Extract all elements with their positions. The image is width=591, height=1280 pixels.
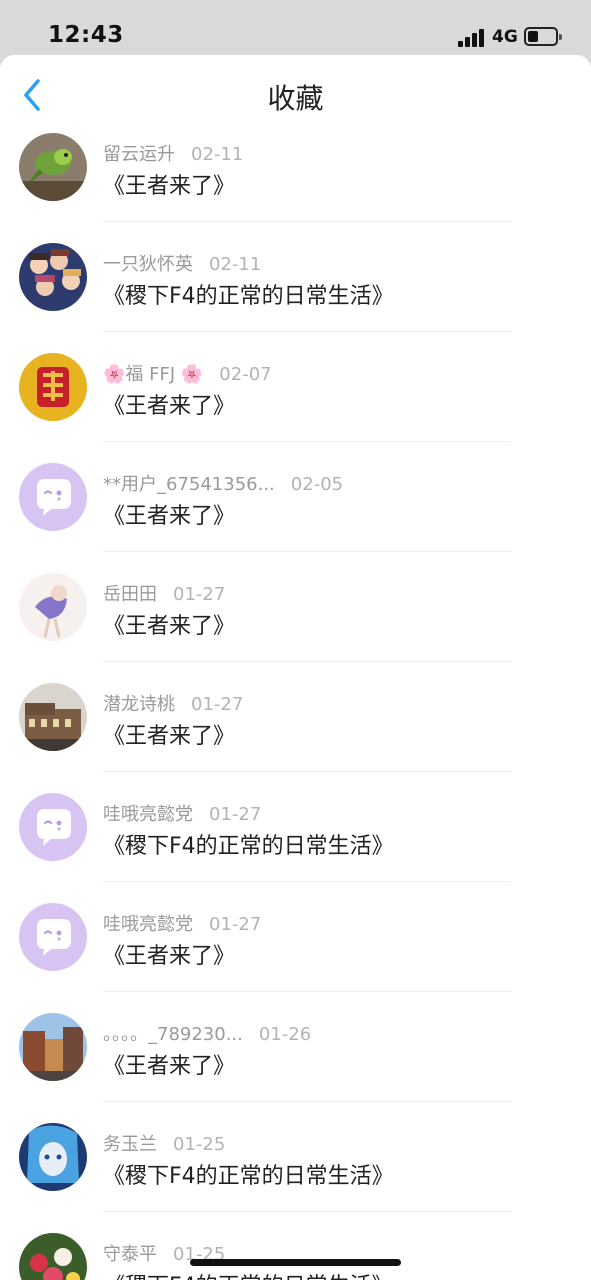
avatar[interactable] [19,1123,87,1191]
list-item[interactable]: 留云运升 02-11 《王者来了》 [0,130,591,238]
item-date: 02-07 [219,364,272,385]
item-meta: 务玉兰 01-25 [103,1130,225,1156]
item-meta: 一只狄怀英 02-11 [103,250,261,276]
list-item[interactable]: 。。。。_789230... 01-26 《王者来了》 [0,1008,591,1118]
item-username: 哇哦亮懿党 [103,914,193,935]
avatar[interactable] [19,793,87,861]
item-date: 02-11 [191,144,244,165]
item-date: 01-25 [173,1134,226,1155]
list-item[interactable]: 务玉兰 01-25 《稷下F4的正常的日常生活》 [0,1118,591,1228]
item-title: 《王者来了》 [103,944,236,969]
network-label: 4G [492,27,518,47]
item-username: 留云运升 [103,144,175,165]
item-date: 01-27 [209,914,262,935]
status-time: 12:43 [48,22,124,48]
item-date: 02-11 [209,254,262,275]
default-avatar-icon [19,793,87,861]
list-item[interactable]: 一只狄怀英 02-11 《稷下F4的正常的日常生活》 [0,238,591,348]
item-title: 《王者来了》 [103,724,236,749]
item-username: 守泰平 [103,1244,157,1265]
list-item[interactable]: 哇哦亮懿党 01-27 《王者来了》 [0,898,591,1008]
avatar[interactable] [19,463,87,531]
signal-icon [458,29,486,47]
item-meta: 哇哦亮懿党 01-27 [103,800,261,826]
avatar[interactable] [19,1233,87,1280]
list-item[interactable]: 守泰平01-25 《稷下F4的正常的日常生活》 [0,1228,591,1280]
divider [103,661,511,662]
item-username: 。。。。_789230... [103,1024,243,1045]
divider [103,441,511,442]
item-username: 🌸福 FFJ 🌸 [103,364,204,385]
item-meta: 🌸福 FFJ 🌸 02-07 [103,360,272,386]
item-username: 务玉兰 [103,1134,157,1155]
divider [103,771,511,772]
divider [103,1101,511,1102]
item-title: 《王者来了》 [103,394,236,419]
item-date: 01-27 [191,694,244,715]
item-meta: 留云运升 02-11 [103,140,243,166]
item-meta: 岳田田 01-27 [103,580,225,606]
avatar[interactable] [19,133,87,201]
favorites-list: 留云运升 02-11 《王者来了》 一只狄怀英 02-11 《稷下F4的正常的日常生… [0,130,591,1280]
item-username: 哇哦亮懿党 [103,804,193,825]
item-meta: **用户_67541356... 02-05 [103,470,343,496]
item-meta: 哇哦亮懿党 01-27 [103,910,261,936]
item-username: 潜龙诗桃 [103,694,175,715]
item-date: 01-26 [258,1024,312,1045]
avatar[interactable] [19,1013,87,1081]
list-item[interactable]: 潜龙诗桃 01-27 《王者来了》 [0,678,591,788]
list-item[interactable]: 哇哦亮懿党 01-27 《稷下F4的正常的日常生活》 [0,788,591,898]
default-avatar-icon [19,463,87,531]
item-title: 《稷下F4的正常的日常生活》 [103,1268,394,1280]
avatar[interactable] [19,683,87,751]
avatar[interactable] [19,903,87,971]
list-item[interactable]: **用户_67541356... 02-05 《王者来了》 [0,458,591,568]
page-title: 收藏 [267,82,324,115]
avatar[interactable] [19,243,87,311]
item-username: 岳田田 [103,584,157,605]
divider [103,881,511,882]
item-title: 《王者来了》 [103,174,236,199]
avatar[interactable] [19,353,87,421]
divider [103,221,511,222]
avatar[interactable] [19,573,87,641]
divider [103,331,511,332]
home-indicator[interactable] [190,1259,401,1266]
item-date: 02-05 [290,474,344,495]
item-meta: 。。。。_789230... 01-26 [103,1020,311,1046]
item-title: 《王者来了》 [103,614,236,639]
list-item[interactable]: 🌸福 FFJ 🌸 02-07 《王者来了》 [0,348,591,458]
divider [103,1211,511,1212]
item-date: 01-27 [173,584,226,605]
battery-icon [524,27,562,46]
item-meta: 潜龙诗桃 01-27 [103,690,243,716]
item-title: 《稷下F4的正常的日常生活》 [103,834,394,859]
divider [103,551,511,552]
item-username: **用户_67541356... [103,474,275,495]
divider [103,991,511,992]
item-title: 《稷下F4的正常的日常生活》 [103,284,394,309]
item-username: 一只狄怀英 [103,254,193,275]
list-item[interactable]: 岳田田 01-27 《王者来了》 [0,568,591,678]
item-title: 《王者来了》 [103,504,236,529]
default-avatar-icon [19,903,87,971]
item-title: 《稷下F4的正常的日常生活》 [103,1164,394,1189]
nav-bar: 收藏 [0,55,591,130]
item-date: 01-27 [209,804,262,825]
item-title: 《王者来了》 [103,1054,236,1079]
